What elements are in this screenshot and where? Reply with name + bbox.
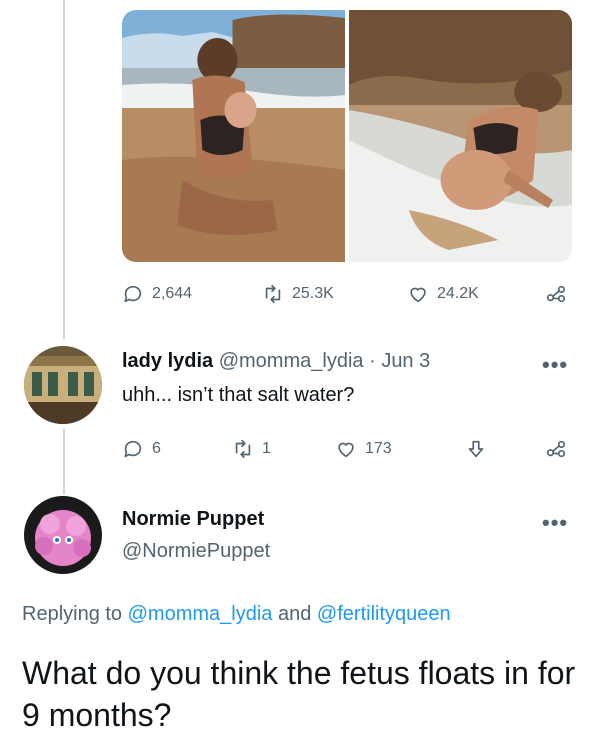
- display-name[interactable]: lady lydia: [122, 350, 213, 372]
- mention-link[interactable]: @momma_lydia: [128, 603, 273, 625]
- more-options-button[interactable]: •••: [542, 510, 568, 536]
- like-count: 173: [365, 440, 392, 457]
- thread-line: [63, 0, 65, 340]
- reply2-text: What do you think the fetus floats in fo…: [22, 655, 576, 733]
- user-handle[interactable]: @NormiePuppet: [122, 540, 270, 563]
- replying-and: and: [277, 603, 312, 625]
- thread-line: [63, 428, 65, 494]
- separator: ·: [369, 350, 376, 372]
- reply-button[interactable]: 2,644: [122, 283, 192, 305]
- heart-icon: [410, 287, 426, 303]
- avatar[interactable]: [24, 496, 102, 574]
- retweet-button[interactable]: 1: [232, 438, 271, 460]
- like-button[interactable]: 173: [335, 438, 392, 460]
- down-arrow-icon: [468, 440, 484, 458]
- more-options-button[interactable]: •••: [542, 352, 568, 378]
- share-icon: [546, 440, 566, 458]
- retweet-icon: [235, 439, 251, 459]
- retweet-count: 1: [262, 440, 271, 457]
- reply-icon: [124, 285, 142, 303]
- reply-icon: [124, 440, 142, 458]
- reply1-text: uhh... isn’t that salt water?: [122, 384, 355, 406]
- reply-count: 6: [152, 440, 161, 457]
- share-button[interactable]: [545, 438, 567, 460]
- replying-to: Replying to @momma_lydia and @fertilityq…: [22, 603, 451, 626]
- tweet-date[interactable]: Jun 3: [381, 350, 430, 372]
- tweet-media[interactable]: [122, 10, 572, 262]
- share-button[interactable]: [545, 283, 567, 305]
- share-icon: [546, 285, 566, 303]
- reply-count: 2,644: [152, 285, 193, 302]
- avatar[interactable]: [24, 346, 102, 424]
- heart-icon: [338, 442, 354, 458]
- mention-link[interactable]: @fertilityqueen: [317, 603, 451, 625]
- reply-button[interactable]: 6: [122, 438, 161, 460]
- replying-prefix: Replying to: [22, 603, 123, 625]
- retweet-count: 25.3K: [292, 285, 334, 302]
- photo-mother-holding-baby[interactable]: [122, 10, 345, 262]
- retweet-button[interactable]: 25.3K: [262, 283, 334, 305]
- reply1-header: lady lydia @momma_lydia · Jun 3: [122, 350, 430, 373]
- user-handle[interactable]: @momma_lydia: [219, 350, 364, 372]
- display-name[interactable]: Normie Puppet: [122, 508, 264, 531]
- like-count: 24.2K: [437, 285, 479, 302]
- photo-pregnant-woman-in-surf[interactable]: [349, 10, 572, 262]
- like-button[interactable]: 24.2K: [407, 283, 479, 305]
- tip-button[interactable]: [465, 438, 487, 460]
- retweet-icon: [265, 284, 281, 304]
